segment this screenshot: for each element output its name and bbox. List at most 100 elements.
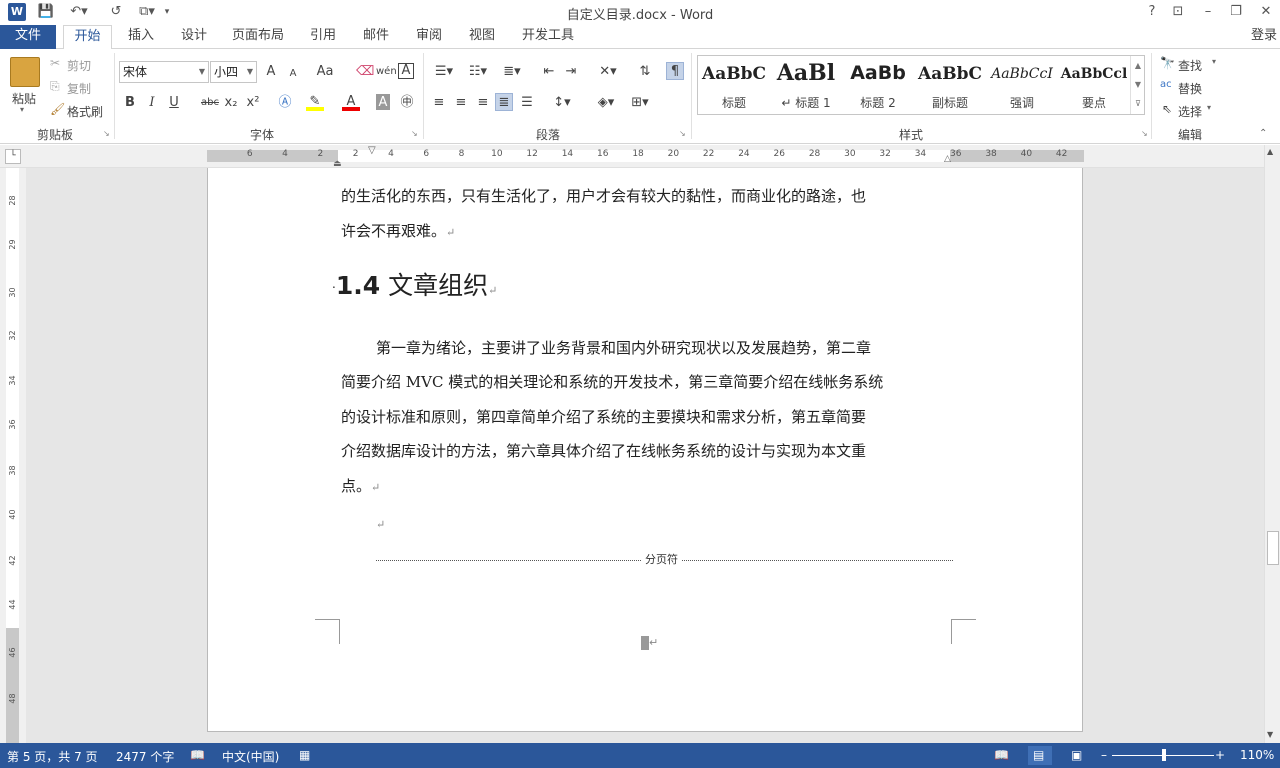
numbering-icon[interactable]: ☷▾ bbox=[464, 63, 492, 81]
bullets-icon[interactable]: ☰▾ bbox=[430, 63, 458, 81]
read-mode-icon[interactable]: 📖 bbox=[994, 748, 1009, 762]
enclose-char-icon[interactable]: ㊥ bbox=[398, 94, 416, 112]
language[interactable]: 中文(中国) bbox=[222, 748, 279, 765]
text-effects-icon[interactable]: Ⓐ bbox=[276, 94, 294, 112]
style-title[interactable]: AaBbC 标题 bbox=[698, 56, 770, 114]
print-layout-icon[interactable]: ▤ bbox=[1033, 748, 1044, 762]
tab-home[interactable]: 开始 bbox=[63, 25, 112, 50]
subscript-icon[interactable]: x₂ bbox=[222, 94, 240, 112]
heading-1-4[interactable]: ·1.4 文章组织↵ bbox=[332, 266, 497, 311]
line-spacing-icon[interactable]: ↕▾ bbox=[548, 94, 576, 112]
body-line[interactable]: 第一章为绪论，主要讲了业务背景和国内外研究现状以及发展趋势，第二章 bbox=[376, 331, 871, 366]
tab-file[interactable]: 文件 bbox=[0, 25, 56, 49]
close-icon[interactable]: ✕ bbox=[1254, 2, 1278, 22]
chinese-layout-icon[interactable]: ✕▾ bbox=[594, 63, 622, 81]
login-link[interactable]: 登录 bbox=[1248, 25, 1280, 49]
style-subtitle[interactable]: AaBbC 副标题 bbox=[914, 56, 986, 114]
underline-icon[interactable]: U bbox=[165, 94, 183, 112]
shrink-font-icon[interactable]: A bbox=[284, 65, 302, 83]
tab-design[interactable]: 设计 bbox=[173, 25, 215, 49]
body-line[interactable]: 的设计标准和原则，第四章简单介绍了系统的主要摸块和需求分析，第五章简要 bbox=[341, 400, 866, 435]
bold-icon[interactable]: B bbox=[121, 94, 139, 112]
macro-icon[interactable]: ▦ bbox=[299, 748, 310, 762]
styles-launcher-icon[interactable]: ↘ bbox=[1141, 129, 1148, 138]
tab-references[interactable]: 引用 bbox=[302, 25, 344, 49]
first-line-indent-marker[interactable]: ▽ bbox=[368, 145, 376, 156]
scroll-down-icon[interactable]: ▼ bbox=[1267, 730, 1273, 739]
tab-insert[interactable]: 插入 bbox=[120, 25, 162, 49]
zoom-slider-thumb[interactable] bbox=[1162, 749, 1166, 761]
restore-icon[interactable]: ❐ bbox=[1224, 2, 1248, 22]
paste-dropdown-icon[interactable]: ▾ bbox=[20, 105, 24, 114]
tab-layout[interactable]: 页面布局 bbox=[226, 25, 290, 49]
document-area[interactable]: 的生活化的东西，只有生活化了，用户才会有较大的黏性，而商业化的路途，也 许会不再… bbox=[26, 168, 1264, 743]
cut-icon[interactable]: ✂ bbox=[50, 56, 60, 70]
multilevel-list-icon[interactable]: ≣▾ bbox=[498, 63, 526, 81]
italic-icon[interactable]: I bbox=[143, 94, 161, 112]
clipboard-launcher-icon[interactable]: ↘ bbox=[103, 129, 110, 138]
tab-view[interactable]: 视图 bbox=[461, 25, 503, 49]
align-center-icon[interactable]: ≡ bbox=[452, 94, 470, 112]
superscript-icon[interactable]: x² bbox=[244, 94, 262, 112]
empty-line[interactable]: ↵ bbox=[376, 513, 385, 535]
horizontal-ruler[interactable]: └ ⏏ ▽ △ 6 4 2 2 4 6 8 10 12 14 16 18 20 22 24 26 28 30 32 3… bbox=[0, 145, 1280, 169]
font-launcher-icon[interactable]: ↘ bbox=[411, 129, 418, 138]
replace-icon[interactable]: ac bbox=[1160, 79, 1172, 90]
proofing-icon[interactable]: 📖 bbox=[190, 748, 205, 762]
clear-format-icon[interactable]: ⌫ bbox=[356, 63, 374, 81]
body-line[interactable]: 介绍数据库设计的方法，第六章具体介绍了在线帐务系统的设计与实现为本文重 bbox=[341, 434, 866, 469]
style-heading-2[interactable]: AaBb 标题 2 bbox=[842, 56, 914, 114]
phonetic-guide-icon[interactable]: wén bbox=[376, 63, 397, 81]
select-icon[interactable]: ⇖ bbox=[1162, 102, 1172, 116]
paste-icon[interactable] bbox=[10, 57, 40, 87]
char-shading-icon[interactable]: A bbox=[376, 94, 390, 110]
show-marks-icon[interactable]: ¶ bbox=[666, 62, 684, 80]
tab-selector-icon[interactable]: └ bbox=[5, 149, 21, 164]
collapse-ribbon-icon[interactable]: ⌃ bbox=[1259, 128, 1267, 139]
change-case-icon[interactable]: Aa bbox=[312, 63, 338, 81]
tab-mailings[interactable]: 邮件 bbox=[355, 25, 397, 49]
align-right-icon[interactable]: ≡ bbox=[474, 94, 492, 112]
chevron-down-icon[interactable]: ▾ bbox=[1207, 103, 1211, 112]
char-border-icon[interactable]: A bbox=[398, 63, 414, 79]
sort-icon[interactable]: ⇅ bbox=[636, 63, 654, 81]
scroll-up-icon[interactable]: ▲ bbox=[1267, 147, 1273, 156]
tab-developer[interactable]: 开发工具 bbox=[516, 25, 580, 49]
strikethrough-icon[interactable]: abc bbox=[198, 94, 222, 112]
format-painter-button[interactable]: 格式刷 bbox=[67, 103, 103, 120]
increase-indent-icon[interactable]: ⇥ bbox=[562, 63, 580, 81]
zoom-level[interactable]: 110% bbox=[1240, 748, 1274, 762]
minimize-icon[interactable]: – bbox=[1196, 2, 1220, 22]
cut-button[interactable]: 剪切 bbox=[67, 57, 91, 74]
vertical-scrollbar[interactable]: ▲ ▼ bbox=[1264, 145, 1280, 743]
font-color-icon[interactable]: A bbox=[342, 93, 360, 111]
paragraph-launcher-icon[interactable]: ↘ bbox=[679, 129, 686, 138]
select-button[interactable]: 选择 bbox=[1178, 103, 1202, 120]
format-painter-icon[interactable]: 🖌 bbox=[50, 102, 65, 116]
align-left-icon[interactable]: ≡ bbox=[430, 94, 448, 112]
find-icon[interactable]: 🔭 bbox=[1160, 56, 1175, 70]
copy-icon[interactable]: ⎘ bbox=[50, 79, 60, 94]
web-layout-icon[interactable]: ▣ bbox=[1071, 748, 1082, 762]
scroll-thumb[interactable] bbox=[1267, 531, 1279, 565]
style-heading-1[interactable]: AaBl ↵ 标题 1 bbox=[770, 56, 842, 114]
decrease-indent-icon[interactable]: ⇤ bbox=[540, 63, 558, 81]
word-count[interactable]: 2477 个字 bbox=[116, 748, 174, 765]
page[interactable]: 的生活化的东西，只有生活化了，用户才会有较大的黏性，而商业化的路途，也 许会不再… bbox=[207, 168, 1083, 732]
copy-button[interactable]: 复制 bbox=[67, 80, 91, 97]
body-line[interactable]: 的生活化的东西，只有生活化了，用户才会有较大的黏性，而商业化的路途，也 bbox=[341, 179, 866, 214]
borders-icon[interactable]: ⊞▾ bbox=[626, 94, 654, 112]
replace-button[interactable]: 替换 bbox=[1178, 80, 1202, 97]
font-size-combo[interactable]: 小四 ▼ bbox=[210, 61, 257, 83]
font-name-combo[interactable]: 宋体 ▼ bbox=[119, 61, 209, 83]
tab-review[interactable]: 审阅 bbox=[408, 25, 450, 49]
chevron-down-icon[interactable]: ▾ bbox=[1212, 57, 1216, 66]
style-strong[interactable]: AaBbCcl 要点 bbox=[1058, 56, 1130, 114]
distributed-icon[interactable]: ☰ bbox=[518, 94, 536, 112]
justify-icon[interactable]: ≣ bbox=[495, 93, 513, 111]
grow-font-icon[interactable]: A bbox=[262, 63, 280, 81]
zoom-in-icon[interactable]: + bbox=[1215, 748, 1225, 762]
ribbon-display-icon[interactable]: ⊡ bbox=[1166, 2, 1190, 22]
highlight-icon[interactable]: ✎ bbox=[306, 93, 324, 111]
body-line[interactable]: 点。↵ bbox=[341, 469, 380, 506]
